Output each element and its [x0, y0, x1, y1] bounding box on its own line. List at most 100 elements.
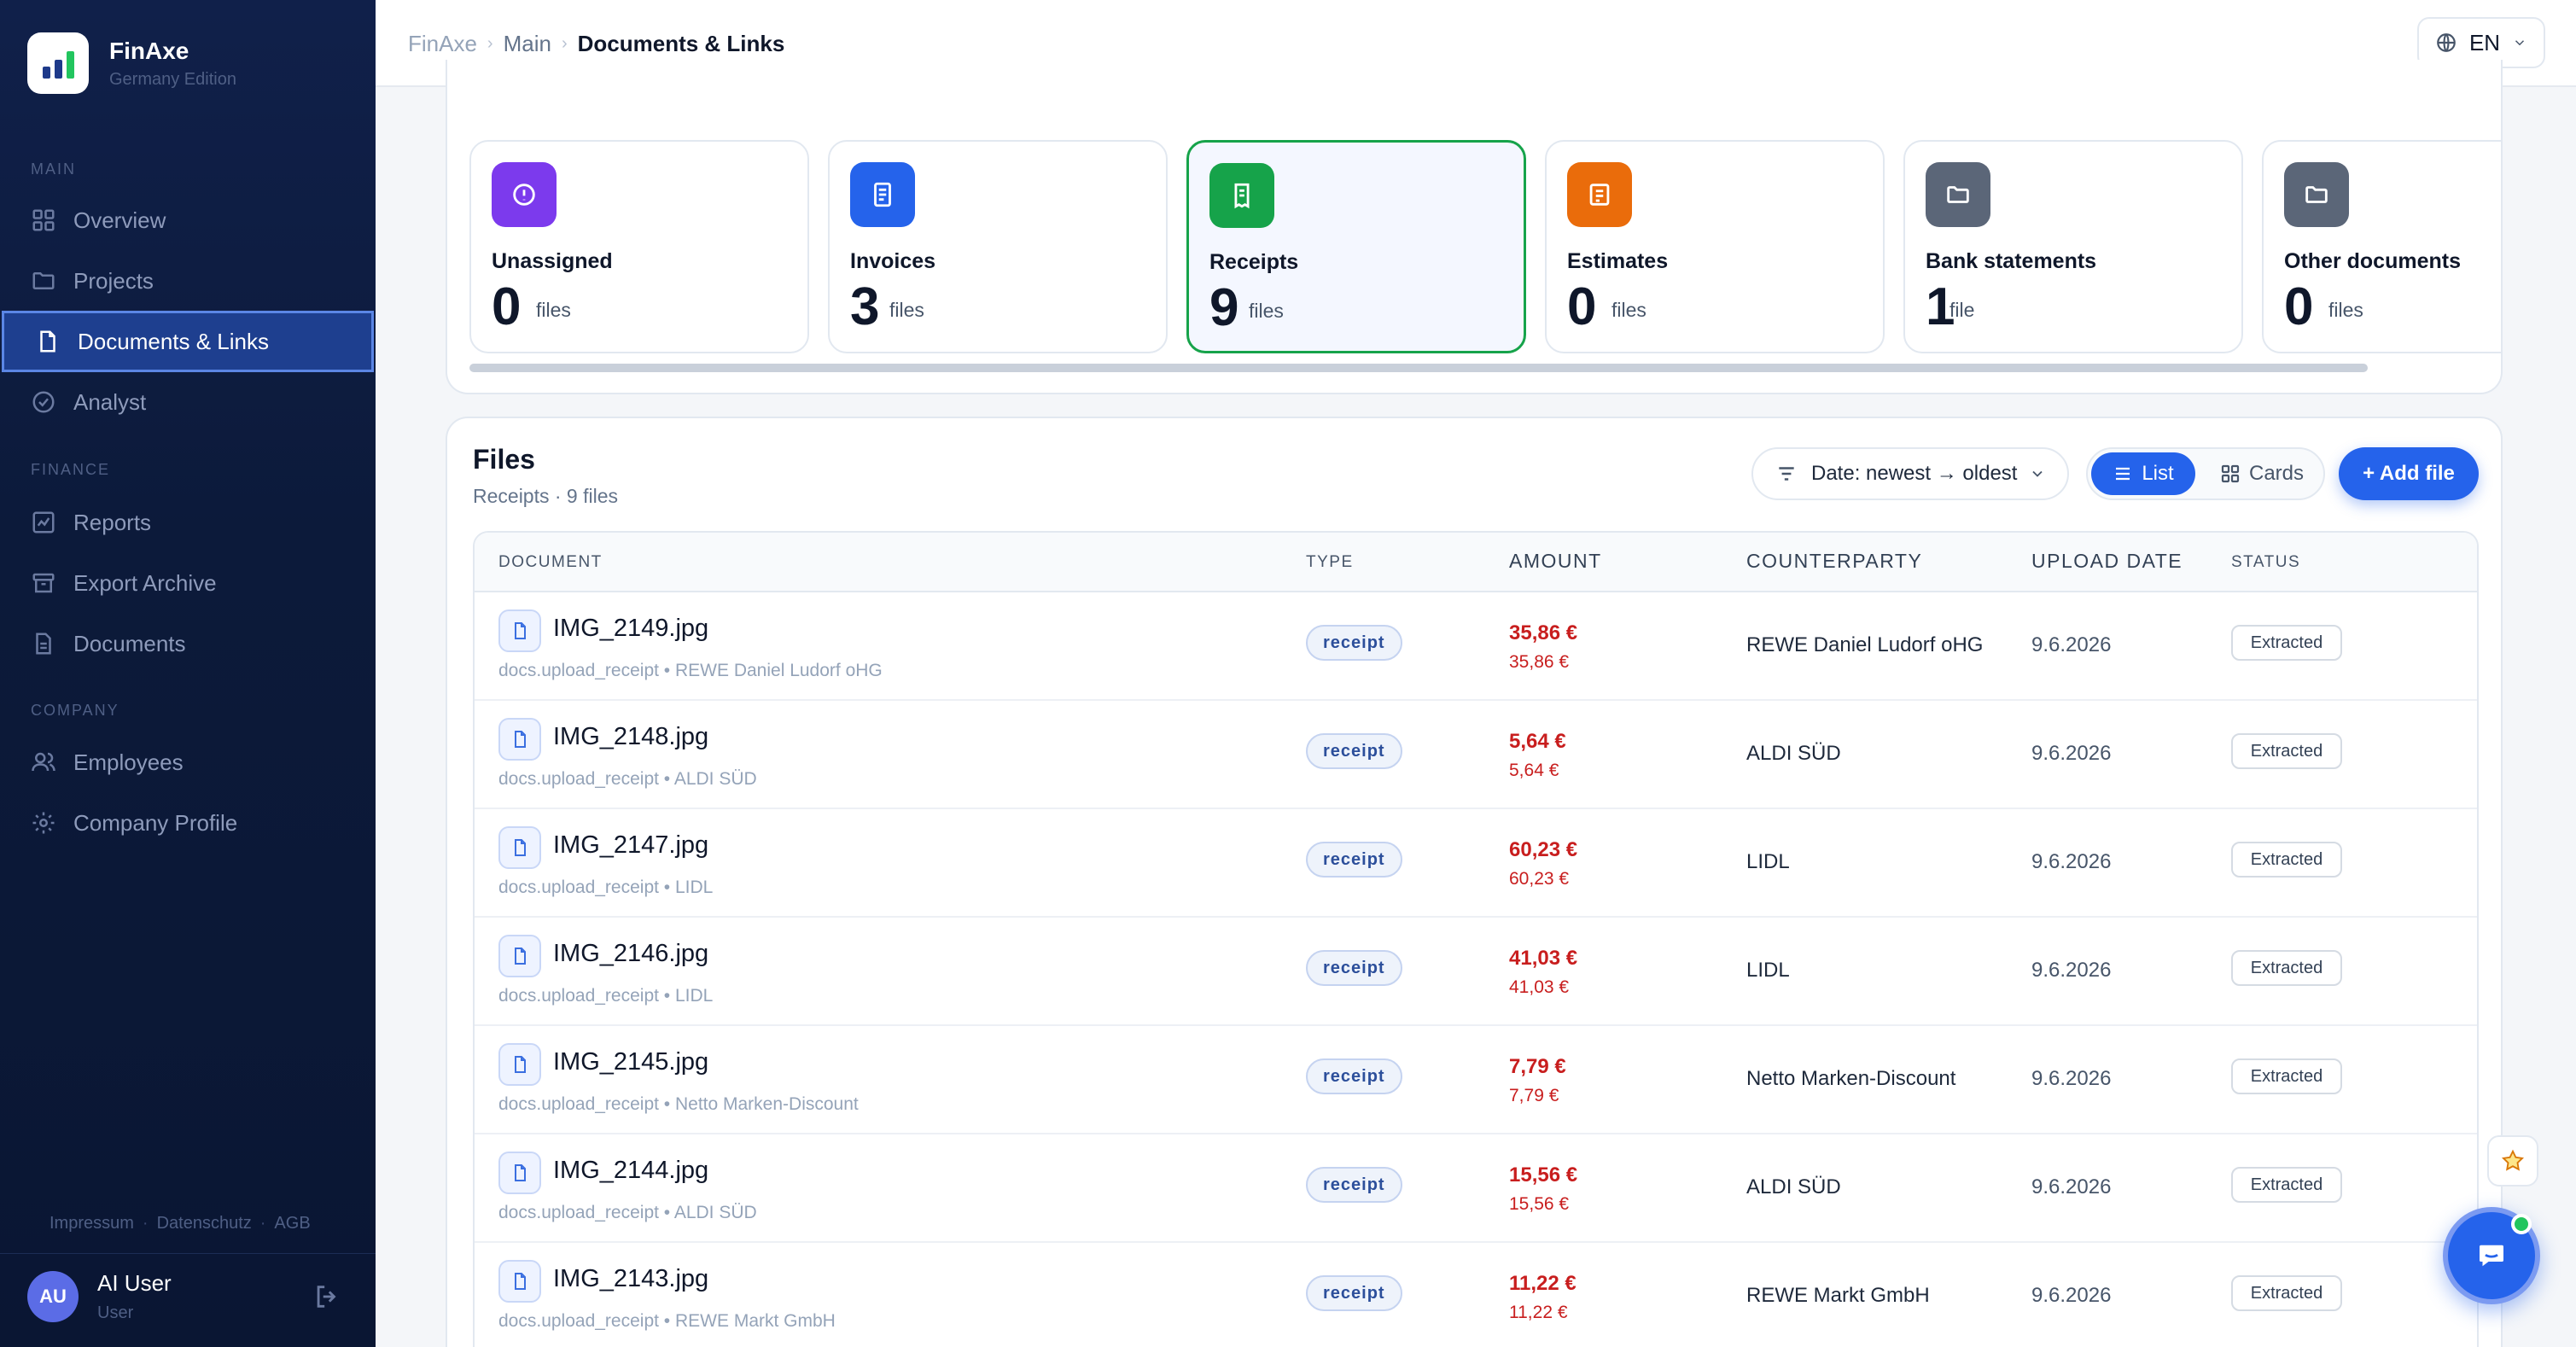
category-unit: files [536, 299, 571, 321]
sidebar-item-documents-links[interactable]: Documents & Links [2, 311, 374, 372]
column-header-status[interactable]: STATUS [2231, 553, 2300, 572]
logout-icon [317, 1286, 336, 1308]
category-name: Unassigned [492, 249, 613, 273]
category-card-invoices[interactable]: Invoices 3 files [828, 140, 1168, 353]
document-name[interactable]: IMG_2148.jpg [553, 723, 708, 751]
archive-icon [32, 573, 55, 593]
horizontal-scrollbar[interactable] [469, 364, 2368, 372]
document-meta: docs.upload_receipt • REWE Daniel Ludorf… [498, 661, 883, 680]
user-name: AI User [97, 1270, 172, 1296]
sidebar-item-label: Documents [73, 630, 186, 656]
view-list-button[interactable]: List [2091, 452, 2195, 495]
breadcrumb-item-home[interactable]: FinAxe [408, 31, 477, 57]
brand-logo-icon [27, 32, 89, 94]
amount-secondary: 15,56 € [1509, 1194, 1570, 1214]
sidebar-item-label: Employees [73, 749, 184, 775]
column-header-document[interactable]: DOCUMENT [498, 553, 603, 572]
table-header: DOCUMENT TYPE AMOUNT COUNTERPARTY UPLOAD… [475, 533, 2477, 592]
amount: 7,79 € [1509, 1055, 1566, 1078]
table-row[interactable]: IMG_2147.jpg docs.upload_receipt • LIDL … [475, 809, 2477, 918]
document-name[interactable]: IMG_2145.jpg [553, 1048, 708, 1076]
category-card-bank-statements[interactable]: Bank statements 1 file [1903, 140, 2243, 353]
category-card-receipts[interactable]: Receipts 9 files [1186, 140, 1526, 353]
user-profile[interactable]: AU AI User User [27, 1270, 172, 1323]
amount: 60,23 € [1509, 838, 1578, 861]
counterparty: LIDL [1746, 850, 1790, 873]
section-label-main: MAIN [31, 160, 76, 178]
category-card-unassigned[interactable]: Unassigned 0 files [469, 140, 809, 353]
sidebar-item-reports[interactable]: Reports [0, 492, 376, 553]
document-name[interactable]: IMG_2143.jpg [553, 1265, 708, 1293]
sidebar-item-projects[interactable]: Projects [0, 250, 376, 312]
file-icon [498, 718, 541, 761]
document-name[interactable]: IMG_2149.jpg [553, 615, 708, 643]
footer-link-impressum[interactable]: Impressum [50, 1214, 134, 1233]
category-card-other-documents[interactable]: Other documents 0 files [2262, 140, 2501, 353]
sidebar-item-analyst[interactable]: Analyst [0, 371, 376, 433]
type-badge: receipt [1306, 625, 1402, 661]
add-file-button[interactable]: + Add file [2339, 447, 2479, 500]
table-row[interactable]: IMG_2144.jpg docs.upload_receipt • ALDI … [475, 1134, 2477, 1243]
footer-link-agb[interactable]: AGB [274, 1214, 310, 1233]
category-count: 0 [492, 277, 522, 336]
category-unit: files [889, 299, 924, 321]
status-badge: Extracted [2231, 1275, 2342, 1311]
file-icon [498, 1043, 541, 1086]
counterparty: ALDI SÜD [1746, 1175, 1841, 1198]
type-badge: receipt [1306, 1275, 1402, 1311]
category-card-estimates[interactable]: Estimates 0 files [1545, 140, 1885, 353]
breadcrumb-item-main[interactable]: Main [504, 31, 551, 57]
sidebar-item-label: Projects [73, 267, 154, 294]
counterparty: ALDI SÜD [1746, 742, 1841, 765]
document-name[interactable]: IMG_2144.jpg [553, 1157, 708, 1185]
sort-label: Date: newest → oldest [1811, 462, 2018, 485]
column-header-upload-date[interactable]: UPLOAD DATE [2031, 550, 2183, 573]
status-badge: Extracted [2231, 733, 2342, 769]
status-badge: Extracted [2231, 625, 2342, 661]
table-row[interactable]: IMG_2143.jpg docs.upload_receipt • REWE … [475, 1243, 2477, 1347]
view-cards-label: Cards [2248, 462, 2305, 485]
invoice-icon [850, 162, 915, 227]
column-header-counterparty[interactable]: COUNTERPARTY [1746, 550, 1922, 573]
upload-date: 9.6.2026 [2031, 1284, 2112, 1307]
file-icon [498, 1260, 541, 1303]
view-cards-button[interactable]: Cards [2204, 452, 2320, 495]
brand[interactable]: FinAxe Germany Edition [27, 32, 236, 94]
chevron-down-icon [2515, 40, 2525, 46]
sidebar-item-label: Export Archive [73, 569, 217, 596]
upload-date: 9.6.2026 [2031, 633, 2112, 656]
amount-secondary: 11,22 € [1509, 1303, 1568, 1322]
table-row[interactable]: IMG_2149.jpg docs.upload_receipt • REWE … [475, 592, 2477, 701]
sidebar-item-documents[interactable]: Documents [0, 613, 376, 674]
upload-date: 9.6.2026 [2031, 850, 2112, 873]
category-name: Bank statements [1926, 249, 2097, 273]
document-meta: docs.upload_receipt • LIDL [498, 986, 714, 1006]
document-name[interactable]: IMG_2147.jpg [553, 831, 708, 860]
sidebar-item-employees[interactable]: Employees [0, 732, 376, 793]
sidebar-item-company-profile[interactable]: Company Profile [0, 792, 376, 854]
column-header-type[interactable]: TYPE [1306, 553, 1354, 572]
sidebar-item-overview[interactable]: Overview [0, 190, 376, 251]
category-name: Receipts [1209, 250, 1299, 274]
column-header-amount[interactable]: AMOUNT [1509, 550, 1602, 573]
section-label-finance: FINANCE [31, 461, 111, 478]
section-label-company: COMPANY [31, 702, 119, 719]
online-indicator [2511, 1214, 2532, 1234]
estimate-icon [1567, 162, 1632, 227]
category-name: Other documents [2284, 249, 2461, 273]
footer-link-datenschutz[interactable]: Datenschutz [157, 1214, 252, 1233]
sort-dropdown[interactable]: Date: newest → oldest [1751, 447, 2069, 500]
type-badge: receipt [1306, 842, 1402, 878]
type-badge: receipt [1306, 950, 1402, 986]
users-icon [32, 752, 55, 772]
document-name[interactable]: IMG_2146.jpg [553, 940, 708, 968]
sidebar-item-export-archive[interactable]: Export Archive [0, 552, 376, 614]
logout-button[interactable] [312, 1282, 341, 1311]
favorite-button[interactable] [2487, 1135, 2538, 1187]
counterparty: LIDL [1746, 959, 1790, 982]
table-row[interactable]: IMG_2148.jpg docs.upload_receipt • ALDI … [475, 701, 2477, 809]
document-meta: docs.upload_receipt • ALDI SÜD [498, 1203, 757, 1222]
table-row[interactable]: IMG_2145.jpg docs.upload_receipt • Netto… [475, 1026, 2477, 1134]
table-row[interactable]: IMG_2146.jpg docs.upload_receipt • LIDL … [475, 918, 2477, 1026]
document-meta: docs.upload_receipt • REWE Markt GmbH [498, 1311, 836, 1331]
